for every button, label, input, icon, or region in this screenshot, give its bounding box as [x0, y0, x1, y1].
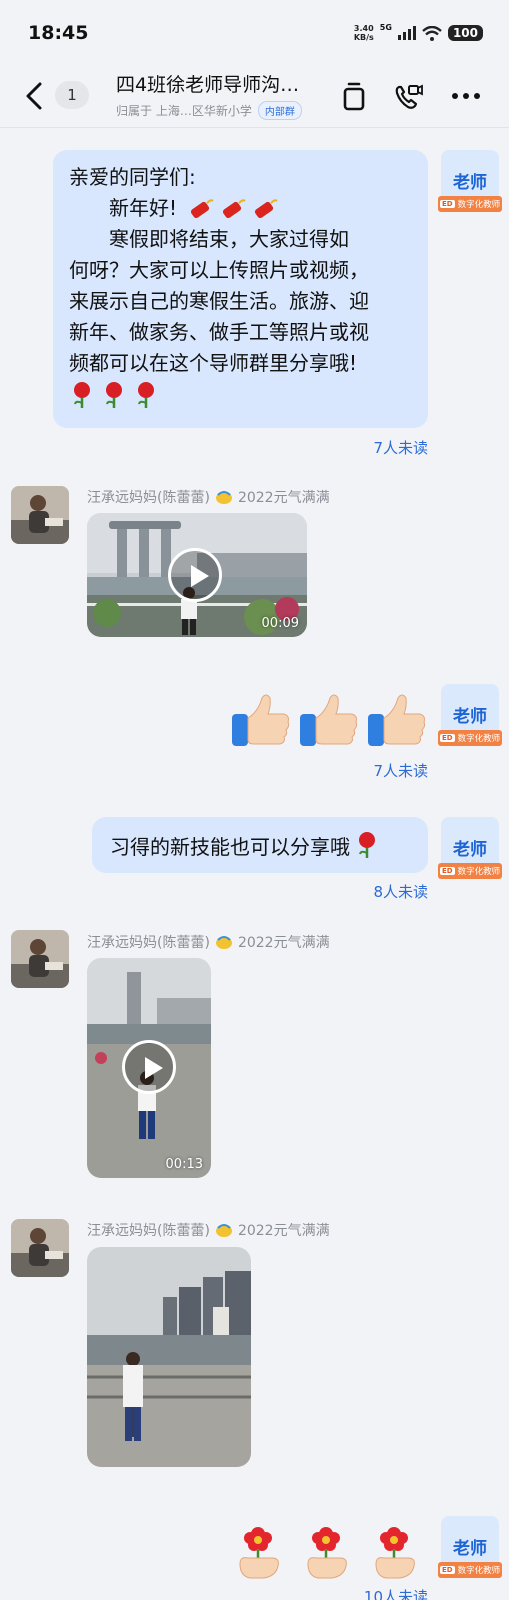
play-button[interactable]	[122, 1040, 176, 1094]
status-bar: 18:45 3.40 KB/s 5G 100	[0, 0, 509, 66]
medal-label: 2022元气满满	[237, 1223, 330, 1239]
back-arrow-icon[interactable]	[20, 78, 50, 114]
medal-icon	[215, 491, 232, 504]
rose-icon-row	[69, 381, 412, 409]
user-avatar[interactable]	[11, 930, 69, 988]
message-bubble[interactable]: 习得的新技能也可以分享哦	[92, 817, 428, 873]
sender-name[interactable]: 汪承远妈妈(陈蕾蕾)	[87, 1220, 210, 1240]
thumbs-up-icon	[300, 694, 358, 746]
message-line: 寒假即将结束，大家过得如	[69, 227, 349, 251]
message-line: 来展示自己的寒假生活。旅游、迎	[69, 289, 369, 313]
flower-hand-icon	[239, 1527, 279, 1579]
wifi-icon	[422, 25, 442, 41]
emoji-message[interactable]	[228, 1520, 432, 1580]
internal-group-tag: 内部群	[257, 101, 302, 120]
chat-subtitle: 归属于 上海…区华新小学	[116, 104, 252, 118]
video-duration: 00:13	[165, 1157, 203, 1172]
message-line: 何呀？大家可以上传照片或视频，	[69, 258, 369, 282]
read-status[interactable]: 7人未读	[330, 437, 428, 458]
read-status[interactable]: 10人未读	[330, 1586, 428, 1600]
unread-count-badge[interactable]: 1	[55, 81, 89, 109]
battery-indicator: 100	[447, 25, 483, 41]
medal-label: 2022元气满满	[237, 935, 330, 951]
signal-icon	[397, 26, 416, 40]
video-duration: 00:09	[261, 616, 299, 631]
thumbs-up-icon	[232, 694, 290, 746]
message-line: 亲爱的同学们:	[69, 165, 196, 189]
message-bubble[interactable]: 亲爱的同学们: 新年好! 寒假即将结束，大家过得如 何呀？大家可以上传照片或视频…	[53, 150, 428, 428]
video-call-icon[interactable]	[392, 78, 424, 114]
video-message[interactable]: 00:13	[87, 958, 211, 1178]
chat-header: 1 四4班徐老师导师沟… 归属于 上海…区华新小学 内部群	[0, 66, 509, 128]
message-line: 频都可以在这个导师群里分享哦!	[69, 351, 358, 375]
sender-name[interactable]: 汪承远妈妈(陈蕾蕾)	[87, 932, 210, 952]
sender-line: 汪承远妈妈(陈蕾蕾) 2022元气满满	[87, 932, 330, 952]
play-button[interactable]	[168, 548, 222, 602]
video-message[interactable]: 00:09	[87, 513, 307, 637]
medal-label: 2022元气满满	[237, 490, 330, 506]
medal-icon	[215, 936, 232, 949]
digital-teacher-badge: ED 数字化教师	[438, 196, 502, 212]
thumbs-up-icon	[368, 694, 426, 746]
sender-line: 汪承远妈妈(陈蕾蕾) 2022元气满满	[87, 1220, 330, 1240]
photo-thumbnail	[87, 1247, 251, 1467]
digital-teacher-badge: ED 数字化教师	[438, 863, 502, 879]
message-line: 新年好!	[69, 196, 178, 220]
digital-teacher-badge: ED 数字化教师	[438, 1562, 502, 1578]
firecracker-icon	[187, 197, 279, 221]
read-status[interactable]: 7人未读	[330, 760, 428, 781]
copy-icon[interactable]	[338, 78, 370, 114]
message-line: 新年、做家务、做手工等照片或视	[69, 320, 369, 344]
sender-line: 汪承远妈妈(陈蕾蕾) 2022元气满满	[87, 487, 330, 507]
network-type: 5G	[379, 22, 392, 32]
chat-title: 四4班徐老师导师沟…	[116, 74, 300, 96]
chat-title-block[interactable]: 四4班徐老师导师沟… 归属于 上海…区华新小学 内部群	[116, 70, 331, 120]
read-status[interactable]: 8人未读	[330, 881, 428, 902]
image-message[interactable]	[87, 1247, 251, 1467]
status-time: 18:45	[28, 22, 89, 44]
emoji-message[interactable]	[228, 690, 432, 750]
status-indicators: 3.40 KB/s 5G 100	[353, 22, 483, 42]
flower-hand-icon	[307, 1527, 347, 1579]
digital-teacher-badge: ED 数字化教师	[438, 730, 502, 746]
more-icon[interactable]	[450, 78, 482, 114]
rose-icon	[359, 832, 375, 858]
user-avatar[interactable]	[11, 486, 69, 544]
header-divider	[0, 127, 509, 128]
user-avatar[interactable]	[11, 1219, 69, 1277]
message-text: 习得的新技能也可以分享哦	[110, 834, 350, 859]
sender-name[interactable]: 汪承远妈妈(陈蕾蕾)	[87, 487, 210, 507]
medal-icon	[215, 1224, 232, 1237]
flower-hand-icon	[375, 1527, 415, 1579]
net-speed: 3.40 KB/s	[353, 24, 374, 42]
